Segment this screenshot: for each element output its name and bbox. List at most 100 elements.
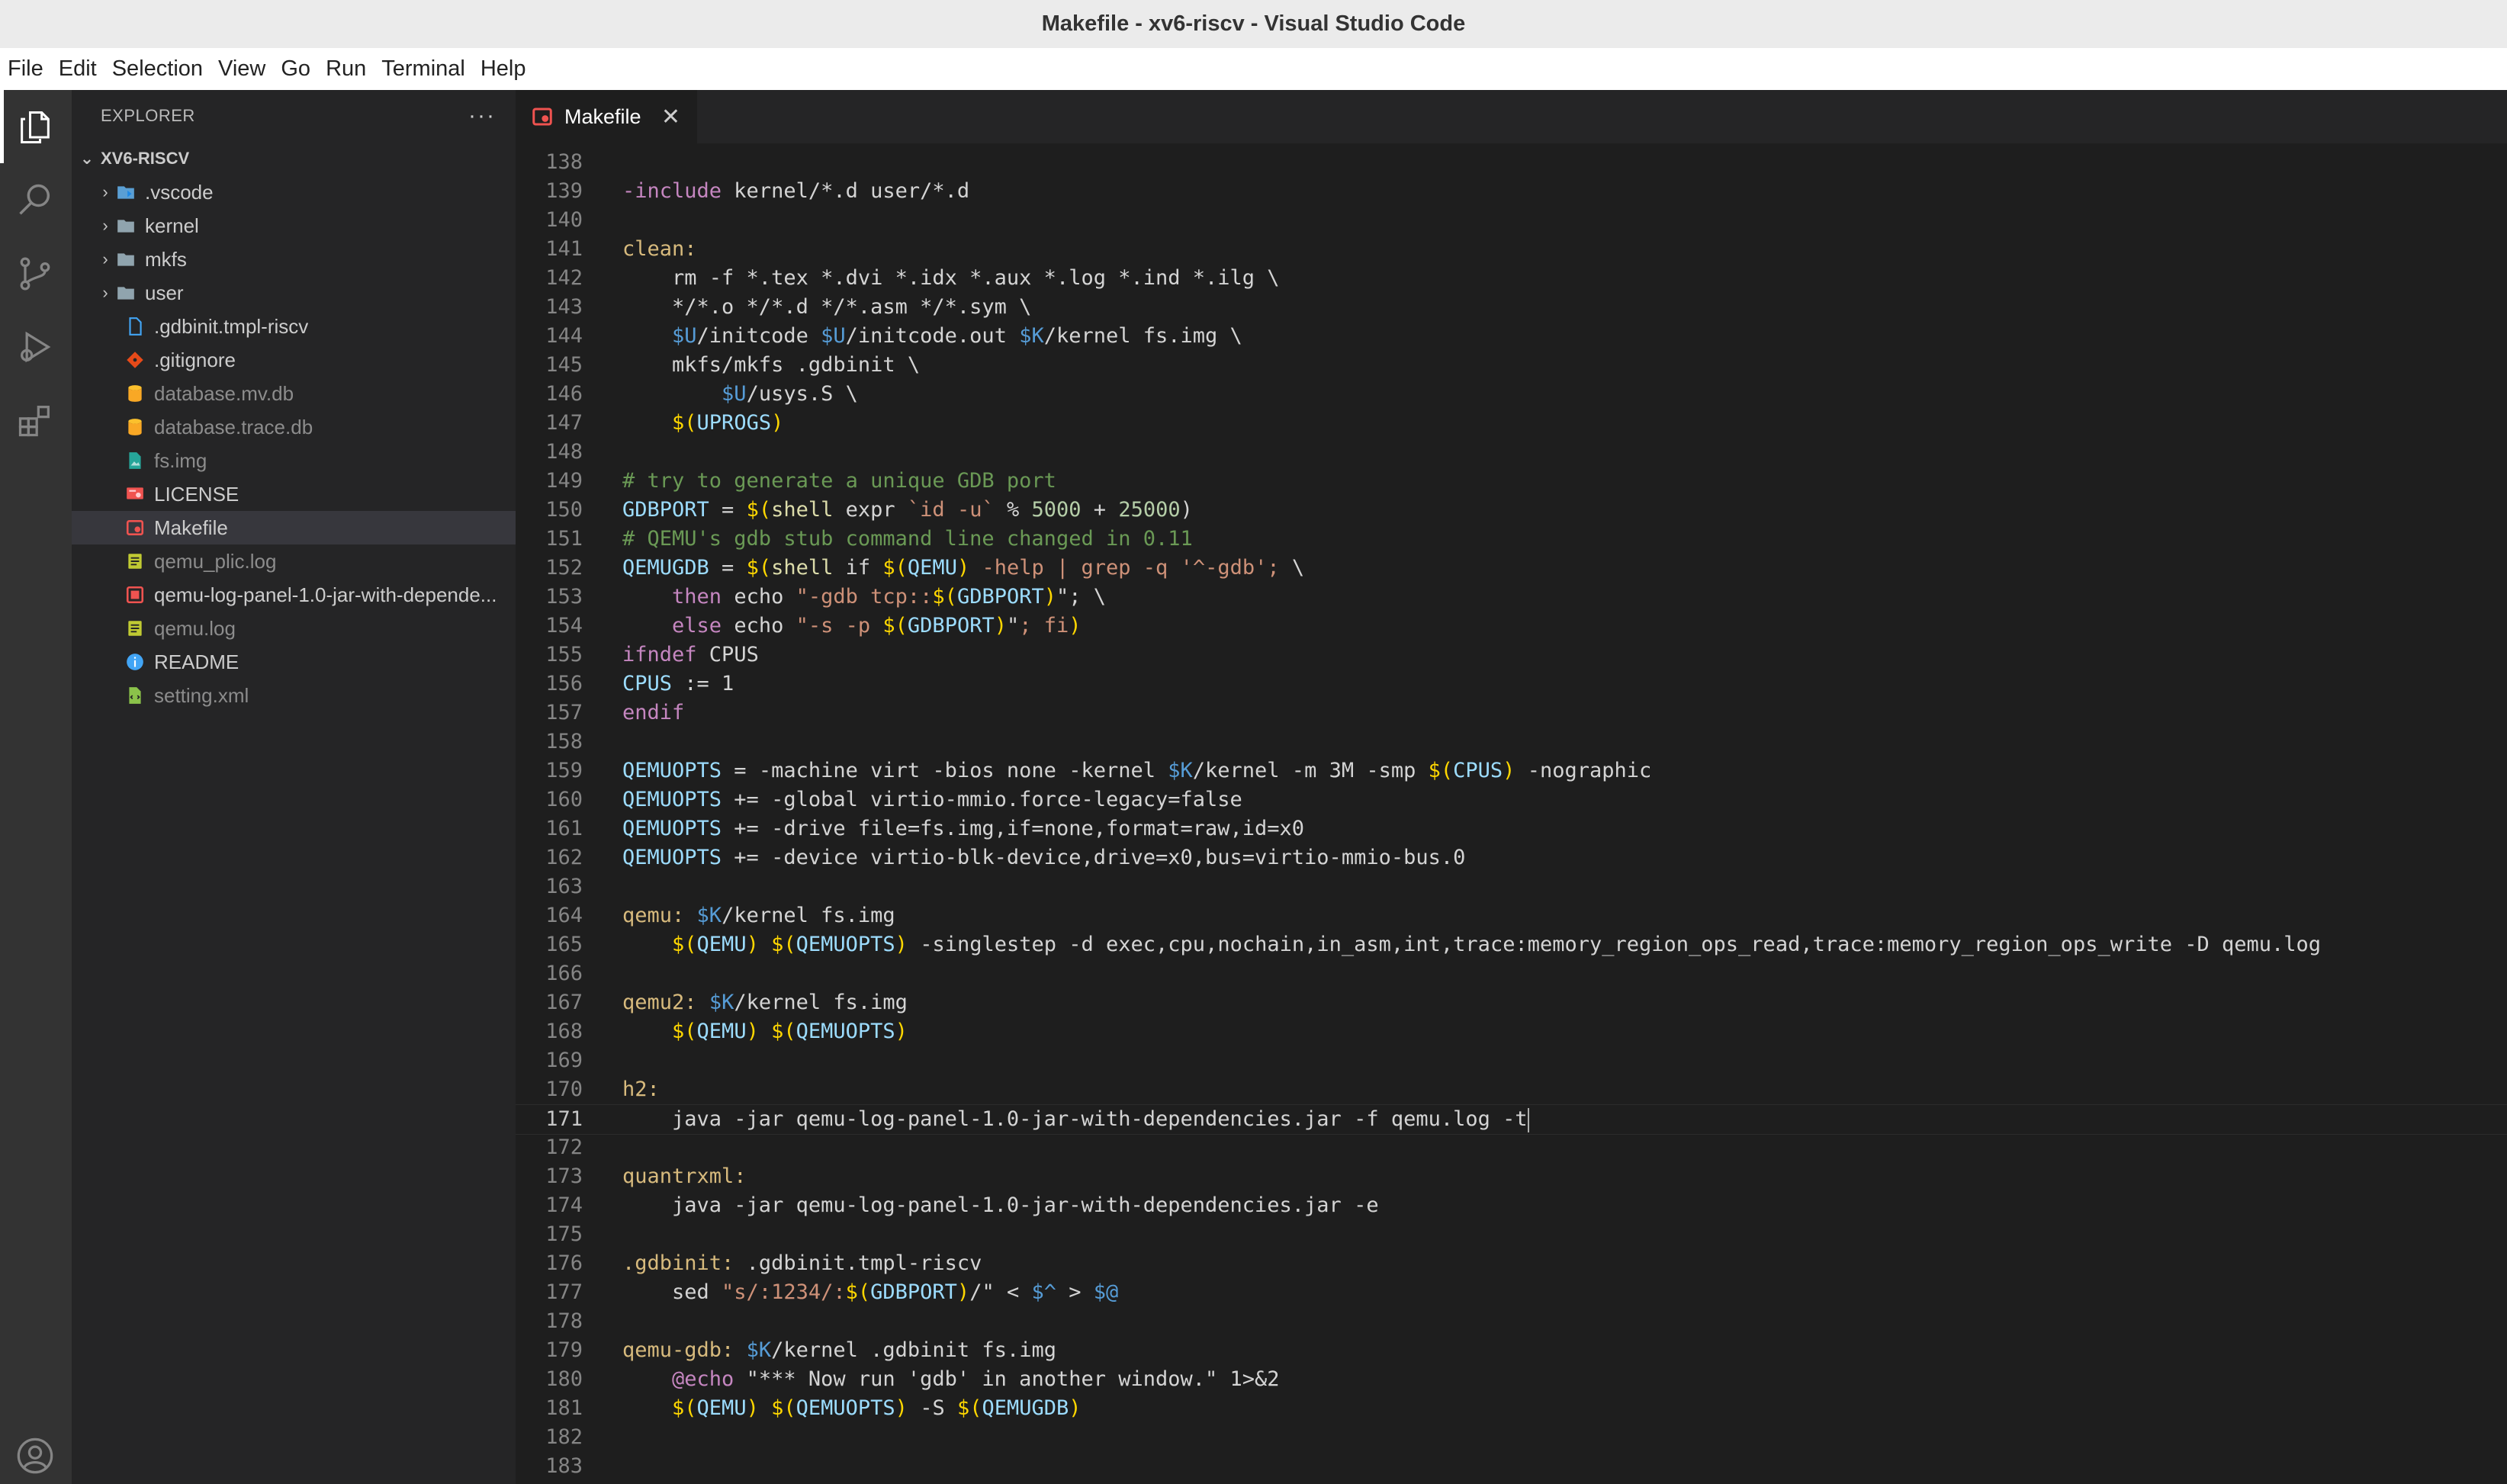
code-line[interactable]: 160 QEMUOPTS += -global virtio-mmio.force…: [516, 785, 2507, 814]
menu-selection[interactable]: Selection: [104, 48, 211, 90]
database-icon: [124, 383, 146, 404]
tree-item-vscode[interactable]: › .vscode: [72, 175, 516, 209]
chevron-right-icon: ›: [102, 249, 108, 268]
menu-file[interactable]: File: [0, 48, 51, 90]
line-number: 156: [545, 672, 583, 695]
tree-item-setting-xml[interactable]: setting.xml: [72, 679, 516, 712]
code-line[interactable]: 148: [516, 438, 2507, 467]
tree-item-database-trace[interactable]: database.trace.db: [72, 410, 516, 444]
menu-view[interactable]: View: [211, 48, 273, 90]
code-line[interactable]: 151 # QEMU's gdb stub command line change…: [516, 525, 2507, 554]
code-line[interactable]: 181 $(QEMU) $(QEMUOPTS) -S $(QEMUGDB): [516, 1394, 2507, 1423]
code-line[interactable]: 179 qemu-gdb: $K/kernel .gdbinit fs.img: [516, 1336, 2507, 1365]
code-line[interactable]: 182: [516, 1423, 2507, 1452]
code-line[interactable]: 158: [516, 728, 2507, 756]
tree-item-database-mv[interactable]: database.mv.db: [72, 377, 516, 410]
extensions-icon[interactable]: [13, 398, 57, 442]
window-title-bar: Makefile - xv6-riscv - Visual Studio Cod…: [0, 0, 2507, 48]
tree-item-gdbinit[interactable]: .gdbinit.tmpl-riscv: [72, 310, 516, 343]
code-line[interactable]: 145 mkfs/mkfs .gdbinit \: [516, 351, 2507, 380]
line-number: 146: [545, 382, 583, 406]
code-line[interactable]: 161 QEMUOPTS += -drive file=fs.img,if=non…: [516, 814, 2507, 843]
tree-item-fs-img[interactable]: fs.img: [72, 444, 516, 477]
tree-item-mkfs[interactable]: › mkfs: [72, 243, 516, 276]
code-line[interactable]: 178: [516, 1307, 2507, 1336]
code-text: $(QEMU) $(QEMUOPTS): [672, 1020, 908, 1043]
tree-item-license[interactable]: LICENSE: [72, 477, 516, 511]
line-number: 143: [545, 295, 583, 319]
code-text: else echo "-s -p $(GDBPORT)"; fi): [672, 614, 1082, 638]
workspace-root[interactable]: ⌄ XV6-RISCV: [72, 142, 516, 175]
code-line[interactable]: 159 QEMUOPTS = -machine virt -bios none -…: [516, 756, 2507, 785]
code-line[interactable]: 152 QEMUGDB = $(shell if $(QEMU) -help | …: [516, 554, 2507, 583]
menu-help[interactable]: Help: [473, 48, 534, 90]
line-number: 140: [545, 208, 583, 232]
tab-makefile[interactable]: Makefile ✕: [516, 90, 697, 143]
code-line[interactable]: 155 ifndef CPUS: [516, 641, 2507, 670]
code-text: endif: [622, 701, 685, 724]
menu-go[interactable]: Go: [273, 48, 318, 90]
close-icon[interactable]: ✕: [661, 104, 680, 130]
code-line[interactable]: 169: [516, 1046, 2507, 1075]
code-line[interactable]: 166: [516, 959, 2507, 988]
code-line[interactable]: 142 rm -f *.tex *.dvi *.idx *.aux *.log …: [516, 264, 2507, 293]
tree-item-gitignore[interactable]: .gitignore: [72, 343, 516, 377]
code-line[interactable]: 180 @echo "*** Now run 'gdb' in another …: [516, 1365, 2507, 1394]
code-editor[interactable]: 138 139 -include kernel/*.d user/*.d 140 141…: [516, 143, 2507, 1484]
code-line[interactable]: 149 # try to generate a unique GDB port: [516, 467, 2507, 496]
code-line[interactable]: 172: [516, 1133, 2507, 1162]
code-line[interactable]: 140: [516, 206, 2507, 235]
tree-item-user[interactable]: › user: [72, 276, 516, 310]
search-icon[interactable]: [13, 178, 57, 223]
tree-item-qemu-log-panel-jar[interactable]: qemu-log-panel-1.0-jar-with-depende...: [72, 578, 516, 612]
run-debug-icon[interactable]: [13, 325, 57, 369]
code-line[interactable]: 138: [516, 148, 2507, 177]
explorer-icon[interactable]: [13, 105, 57, 149]
tree-item-makefile[interactable]: Makefile: [72, 511, 516, 544]
code-line[interactable]: 163: [516, 872, 2507, 901]
menu-edit[interactable]: Edit: [51, 48, 104, 90]
code-line[interactable]: 141 clean:: [516, 235, 2507, 264]
code-line[interactable]: 146 $U/usys.S \: [516, 380, 2507, 409]
code-line[interactable]: 162 QEMUOPTS += -device virtio-blk-device…: [516, 843, 2507, 872]
code-line[interactable]: 165 $(QEMU) $(QEMUOPTS) -singlestep -d e…: [516, 930, 2507, 959]
menu-run[interactable]: Run: [318, 48, 374, 90]
code-line[interactable]: 170 h2:: [516, 1075, 2507, 1104]
line-number: 165: [545, 933, 583, 956]
tab-label: Makefile: [564, 104, 641, 128]
code-line[interactable]: 164 qemu: $K/kernel fs.img: [516, 901, 2507, 930]
activity-bar: [0, 90, 72, 1484]
code-line[interactable]: 154 else echo "-s -p $(GDBPORT)"; fi): [516, 612, 2507, 641]
code-line[interactable]: 139 -include kernel/*.d user/*.d: [516, 177, 2507, 206]
code-line[interactable]: 175: [516, 1220, 2507, 1249]
more-actions-icon[interactable]: ···: [468, 103, 496, 129]
code-line[interactable]: 167 qemu2: $K/kernel fs.img: [516, 988, 2507, 1017]
code-line[interactable]: 153 then echo "-gdb tcp::$(GDBPORT)"; \: [516, 583, 2507, 612]
code-line[interactable]: 168 $(QEMU) $(QEMUOPTS): [516, 1017, 2507, 1046]
code-line[interactable]: 144 $U/initcode $U/initcode.out $K/kerne…: [516, 322, 2507, 351]
line-number: 141: [545, 237, 583, 261]
code-line[interactable]: 171 java -jar qemu-log-panel-1.0-jar-wit…: [516, 1104, 2507, 1135]
line-number: 144: [545, 324, 583, 348]
tree-item-kernel[interactable]: › kernel: [72, 209, 516, 243]
tree-item-readme[interactable]: README: [72, 645, 516, 679]
source-control-icon[interactable]: [13, 252, 57, 296]
code-line[interactable]: 150 GDBPORT = $(shell expr `id -u` % 5000…: [516, 496, 2507, 525]
tree-item-label: .gitignore: [154, 348, 236, 371]
code-line[interactable]: 174 java -jar qemu-log-panel-1.0-jar-wit…: [516, 1191, 2507, 1220]
menu-terminal[interactable]: Terminal: [374, 48, 473, 90]
line-number: 157: [545, 701, 583, 724]
tree-item-qemu-log[interactable]: qemu.log: [72, 612, 516, 645]
code-line[interactable]: 157 endif: [516, 699, 2507, 728]
code-line[interactable]: 176 .gdbinit: .gdbinit.tmpl-riscv: [516, 1249, 2507, 1278]
code-line[interactable]: 147 $(UPROGS): [516, 409, 2507, 438]
code-text: CPUS := 1: [622, 672, 734, 695]
account-icon[interactable]: [13, 1434, 57, 1478]
code-line[interactable]: 173 quantrxml:: [516, 1162, 2507, 1191]
tree-item-qemu-plic-log[interactable]: qemu_plic.log: [72, 544, 516, 578]
code-line[interactable]: 183: [516, 1452, 2507, 1481]
code-line[interactable]: 143 */*.o */*.d */*.asm */*.sym \: [516, 293, 2507, 322]
tree-item-label: database.mv.db: [154, 381, 294, 405]
code-line[interactable]: 177 sed "s/:1234/:$(GDBPORT)/" < $^ > $@: [516, 1278, 2507, 1307]
code-line[interactable]: 156 CPUS := 1: [516, 670, 2507, 699]
